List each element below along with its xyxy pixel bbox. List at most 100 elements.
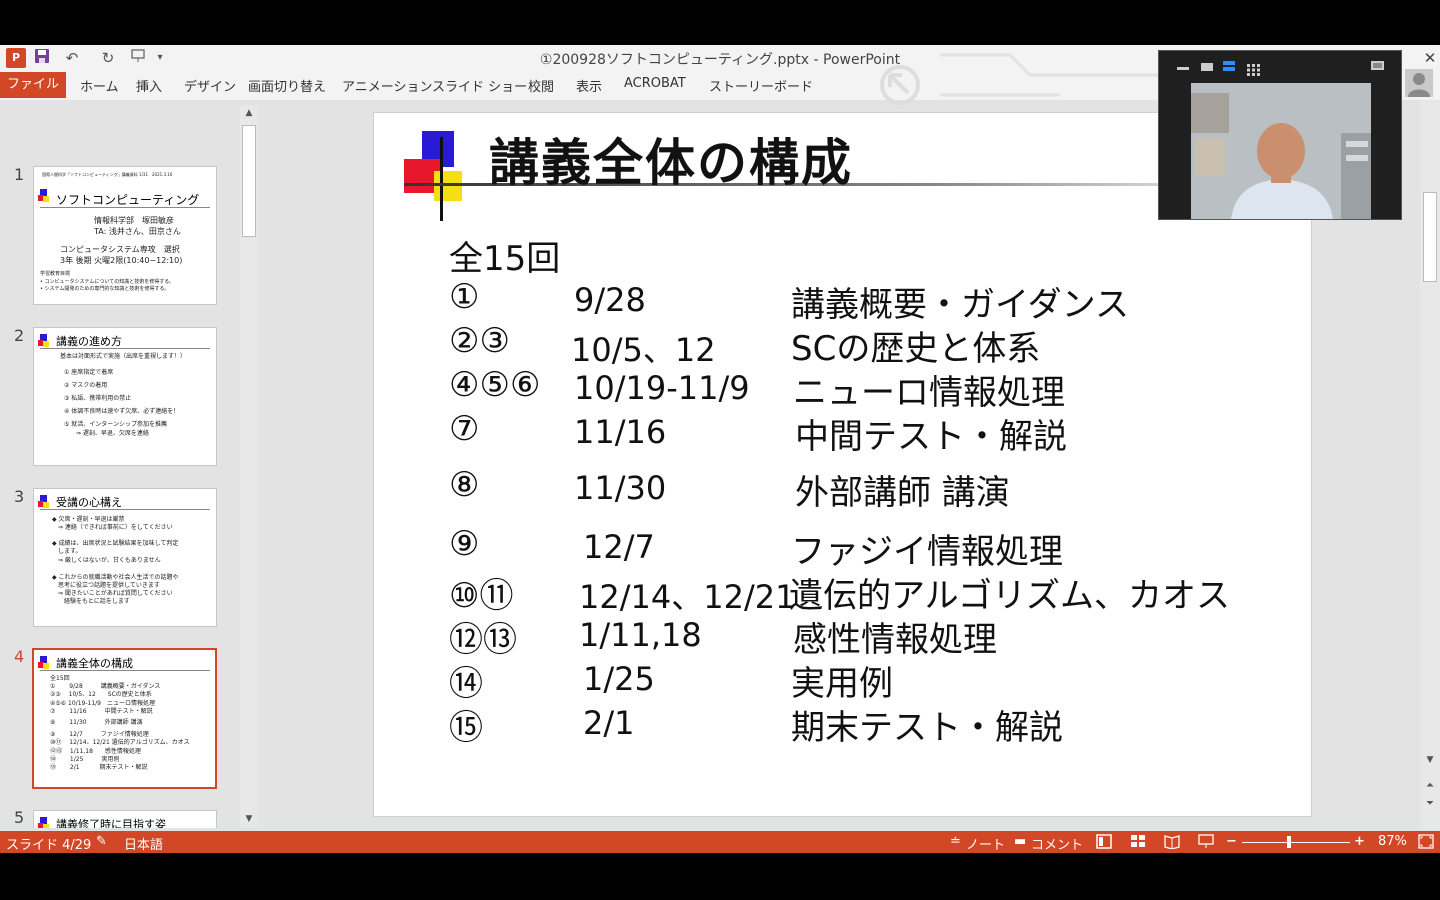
thumbnail-slide-1[interactable]: 国際人間科学「ソフトコンピューティング」講義資料 1/31 2021.3.16 … xyxy=(33,166,217,305)
fit-slide-icon[interactable] xyxy=(1418,834,1434,853)
session-date: 10/5、12 xyxy=(571,331,716,369)
thumbnail-title: 講義の進め方 xyxy=(56,335,122,348)
speaker-view-icon[interactable] xyxy=(1223,61,1237,71)
ribbon-decoration xyxy=(880,53,1160,105)
scroll-down-icon[interactable]: ▼ xyxy=(1420,755,1440,771)
zoom-level[interactable]: 87% xyxy=(1378,834,1407,849)
thumbnail-text: 情報科学部 塚田敏彦 xyxy=(94,216,174,225)
thumbnail-slide-2[interactable]: 講義の進め方 基本は対面形式で実施（出席を重視します！） ① 座席指定で着席 ②… xyxy=(33,327,217,466)
normal-view-icon[interactable] xyxy=(1096,834,1112,853)
thumbnail-text: • コンピュータシステムについての知識と技術を修得する。 xyxy=(40,279,175,285)
scroll-down-icon[interactable]: ▼ xyxy=(240,811,258,827)
session-date: 12/14、12/21 xyxy=(579,578,796,616)
total-sessions: 全15回 xyxy=(449,239,561,279)
scroll-thumb[interactable] xyxy=(1423,192,1437,282)
slide-logo-mark xyxy=(404,131,464,221)
scroll-thumb[interactable] xyxy=(242,125,256,237)
thumbnail-number: 5 xyxy=(14,808,25,827)
slide-logo-mark xyxy=(38,189,50,203)
slideshow-view-icon[interactable] xyxy=(1198,834,1214,853)
thumbnail-number: 4 xyxy=(14,647,25,666)
slide-logo-mark xyxy=(38,495,50,509)
thumbnail-text: • システム開発のための専門的な知識と技術を修得する。 xyxy=(40,286,170,292)
slide-logo-mark xyxy=(38,334,50,348)
notes-button[interactable]: ノート xyxy=(966,834,1005,853)
session-topic: 遺伝的アルゴリズム、カオス xyxy=(789,576,1230,616)
session-date: 12/7 xyxy=(583,528,655,566)
reading-view-icon[interactable] xyxy=(1164,834,1180,853)
thumbnail-text: ③ 私語、携帯利用の禁止 xyxy=(64,395,132,402)
gallery-view-icon[interactable] xyxy=(1247,61,1261,76)
video-window[interactable] xyxy=(1158,50,1402,220)
close-icon[interactable]: ✕ xyxy=(1421,49,1439,67)
thumbnail-number: 2 xyxy=(14,326,25,345)
tab-file[interactable]: ファイル xyxy=(0,72,66,98)
spellcheck-icon[interactable]: ✎ xyxy=(96,834,107,849)
slide-counter: スライド 4/29 xyxy=(6,838,92,853)
session-date: 2/1 xyxy=(583,704,635,742)
session-date: 10/19-11/9 xyxy=(574,369,750,407)
session-date: 11/30 xyxy=(574,469,667,507)
restore-icon[interactable] xyxy=(1201,61,1215,71)
thumbnail-text: 3年 後期 火曜2限(10:40−12:10) xyxy=(60,256,183,265)
slide-scrollbar[interactable]: ▼ ⏶ ⏷ xyxy=(1420,100,1440,830)
tab-storyboard[interactable]: ストーリーボード xyxy=(709,76,813,95)
thumbnail-text: ② マスクの着用 xyxy=(64,382,108,389)
session-number: ⑫⑬ xyxy=(449,620,517,660)
thumbnail-title: 受講の心構え xyxy=(56,496,122,509)
comments-icon[interactable]: ▬ xyxy=(1014,834,1026,849)
thumbnail-number: 3 xyxy=(14,487,25,506)
thumbnail-text: ⇒ 遅刻、早退、欠席を連絡 xyxy=(64,430,149,437)
session-topic: ファジイ情報処理 xyxy=(791,532,1063,572)
next-slide-icon[interactable]: ⏷ xyxy=(1420,798,1440,814)
tab-slideshow[interactable]: スライド ショー xyxy=(432,76,527,95)
previous-slide-icon[interactable]: ⏶ xyxy=(1420,780,1440,796)
tab-animations[interactable]: アニメーション xyxy=(342,76,432,95)
thumbnail-slide-3[interactable]: 受講の心構え ◆ 欠席・遅刻・早退は厳禁 ⇒ 連絡（できれば事前に）をしてくださ… xyxy=(33,488,217,627)
notes-icon[interactable]: ≐ xyxy=(950,834,961,849)
session-date: 11/16 xyxy=(574,413,667,451)
thumbnail-slide-5[interactable]: 講義修了時に目指す姿 xyxy=(33,810,217,828)
tab-home[interactable]: ホーム xyxy=(80,76,119,95)
tab-transitions[interactable]: 画面切り替え xyxy=(248,76,326,95)
tab-review[interactable]: 校閲 xyxy=(528,76,554,95)
thumbnail-text: TA: 浅井さん、田京さん xyxy=(94,227,181,236)
zoom-slider[interactable] xyxy=(1242,842,1350,843)
thumbnail-text: ⑮ 2/1 期末テスト・解説 xyxy=(50,764,148,771)
thumbnail-scrollbar[interactable]: ▲ ▼ xyxy=(240,105,258,827)
thumbnail-number: 1 xyxy=(14,165,25,184)
session-date: 1/25 xyxy=(583,660,655,698)
thumbnail-text: ②③ 10/5、12 SCの歴史と体系 xyxy=(50,691,152,698)
thumbnail-title: ソフトコンピューティング xyxy=(56,193,200,207)
session-number: ⑨ xyxy=(449,524,480,564)
session-topic: 実用例 xyxy=(791,664,893,704)
tab-view[interactable]: 表示 xyxy=(576,76,602,95)
thumbnail-slide-4[interactable]: 講義全体の構成 全15回 ① 9/28 講義概要・ガイダンス ②③ 10/5、1… xyxy=(32,648,217,789)
session-date: 9/28 xyxy=(574,281,646,319)
session-number: ① xyxy=(449,277,480,317)
thumbnail-text: 経験をもとに話をします xyxy=(52,598,130,605)
thumbnail-header: 国際人間科学「ソフトコンピューティング」講義資料 1/31 2021.3.16 xyxy=(42,172,173,177)
session-number: ⑧ xyxy=(449,465,480,505)
thumbnail-text: ④ 体調不良時は速やず欠席、必ず連絡を！ xyxy=(64,408,180,415)
session-topic: 感性情報処理 xyxy=(793,620,997,660)
session-number: ⑮ xyxy=(449,708,483,748)
language-indicator[interactable]: 日本語 xyxy=(124,834,163,853)
scroll-up-icon[interactable]: ▲ xyxy=(240,105,258,121)
zoom-slider-handle[interactable] xyxy=(1287,836,1291,848)
tab-insert[interactable]: 挿入 xyxy=(136,76,162,95)
tab-acrobat[interactable]: ACROBAT xyxy=(624,76,686,91)
session-number: ⑭ xyxy=(449,664,483,704)
slide-logo-mark xyxy=(38,817,50,828)
exit-fullscreen-icon[interactable] xyxy=(1371,61,1385,71)
user-icon[interactable] xyxy=(1405,69,1433,97)
comments-button[interactable]: コメント xyxy=(1031,834,1083,853)
session-number: ②③ xyxy=(449,321,510,361)
zoom-in-button[interactable]: + xyxy=(1354,834,1365,849)
tab-design[interactable]: デザイン xyxy=(184,76,236,95)
zoom-out-button[interactable]: − xyxy=(1226,834,1237,849)
thumbnail-text: ① 座席指定で着席 xyxy=(64,369,114,376)
thumbnail-text: ⑩⑪ 12/14、12/21 遺伝的アルゴリズム、カオス xyxy=(50,739,190,746)
minimize-icon[interactable] xyxy=(1177,61,1191,71)
sorter-view-icon[interactable] xyxy=(1130,834,1146,853)
